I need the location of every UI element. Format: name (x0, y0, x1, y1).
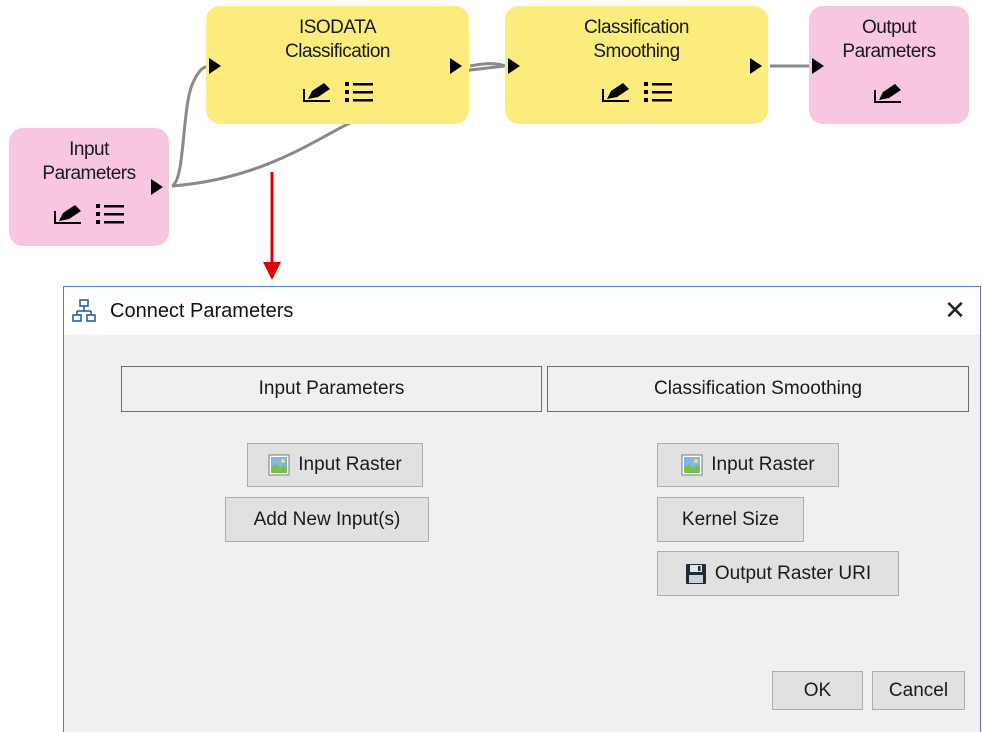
button-label: Input Raster (298, 454, 402, 475)
button-label: OK (803, 679, 832, 701)
node-label-line1: Input (69, 139, 109, 160)
red-arrow-head (263, 262, 281, 280)
button-label: Add New Input(s) (253, 508, 401, 530)
left-input-raster-button[interactable]: Input Raster (247, 443, 423, 487)
output-port-icon[interactable] (750, 58, 762, 74)
raster-image-icon (681, 454, 703, 476)
node-isodata-classification[interactable]: ISODATA Classification (206, 6, 469, 124)
input-port-icon[interactable] (812, 58, 824, 74)
node-label-line1: Output (861, 17, 917, 38)
output-port-icon[interactable] (450, 58, 462, 74)
right-column-header: Classification Smoothing (547, 366, 969, 412)
list-icon[interactable] (95, 202, 125, 226)
dialog-titlebar[interactable]: Connect Parameters ✕ (64, 287, 980, 335)
node-label-line2: Parameters (842, 41, 936, 62)
node-label-line1: ISODATA (298, 17, 377, 38)
node-input-parameters[interactable]: Input Parameters (9, 128, 169, 246)
input-port-icon[interactable] (209, 58, 221, 74)
kernel-size-button[interactable]: Kernel Size (657, 497, 804, 542)
left-column-header: Input Parameters (121, 366, 542, 412)
ok-button[interactable]: OK (772, 671, 863, 710)
connect-network-icon (72, 299, 96, 322)
connect-parameters-dialog: Connect Parameters ✕ Input Parameters Cl… (63, 286, 981, 732)
output-port-icon[interactable] (151, 179, 163, 195)
right-input-raster-button[interactable]: Input Raster (657, 443, 839, 487)
node-classification-smoothing[interactable]: Classification Smoothing (505, 6, 768, 124)
list-icon[interactable] (643, 80, 673, 104)
button-label: Input Raster (711, 454, 815, 475)
edit-icon[interactable] (873, 82, 905, 104)
node-label-line2: Classification (285, 41, 390, 62)
add-new-inputs-button[interactable]: Add New Input(s) (225, 497, 429, 542)
node-label-line2: Parameters (42, 163, 136, 184)
link-isodata-to-smoothing (469, 62, 506, 68)
dialog-title: Connect Parameters (110, 299, 294, 322)
edit-icon[interactable] (53, 203, 85, 225)
cancel-button[interactable]: Cancel (872, 671, 965, 710)
button-label: Cancel (888, 679, 949, 701)
list-icon[interactable] (344, 80, 374, 104)
button-label: Output Raster URI (714, 562, 872, 584)
node-label-line2: Smoothing (593, 41, 680, 62)
raster-image-icon (268, 454, 290, 476)
close-icon[interactable]: ✕ (942, 297, 968, 323)
link-input-to-isodata (170, 64, 211, 188)
edit-icon[interactable] (601, 81, 633, 103)
button-label: Kernel Size (681, 508, 780, 530)
output-raster-uri-button[interactable]: Output Raster URI (657, 551, 899, 596)
input-port-icon[interactable] (508, 58, 520, 74)
node-label-line1: Classification (584, 17, 689, 38)
edit-icon[interactable] (302, 81, 334, 103)
node-output-parameters[interactable]: Output Parameters (809, 6, 969, 124)
save-disk-icon (685, 563, 706, 584)
